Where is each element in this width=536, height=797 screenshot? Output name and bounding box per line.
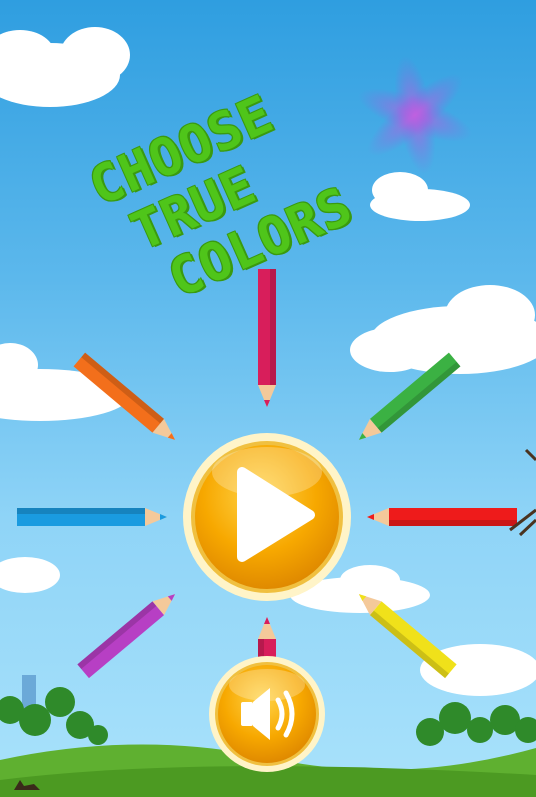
sound-button[interactable]: [208, 655, 326, 773]
tree-branch: [509, 448, 536, 537]
pencil-orange: [73, 352, 176, 440]
play-button[interactable]: [182, 432, 352, 602]
pencil-blue: [17, 508, 167, 526]
pencil-pink-top: [258, 269, 276, 407]
trees-right: [416, 702, 536, 746]
game-scene: CHOOSE TRUE COLORS: [0, 0, 536, 797]
trees-left: [0, 675, 108, 745]
pencil-green: [358, 352, 461, 440]
